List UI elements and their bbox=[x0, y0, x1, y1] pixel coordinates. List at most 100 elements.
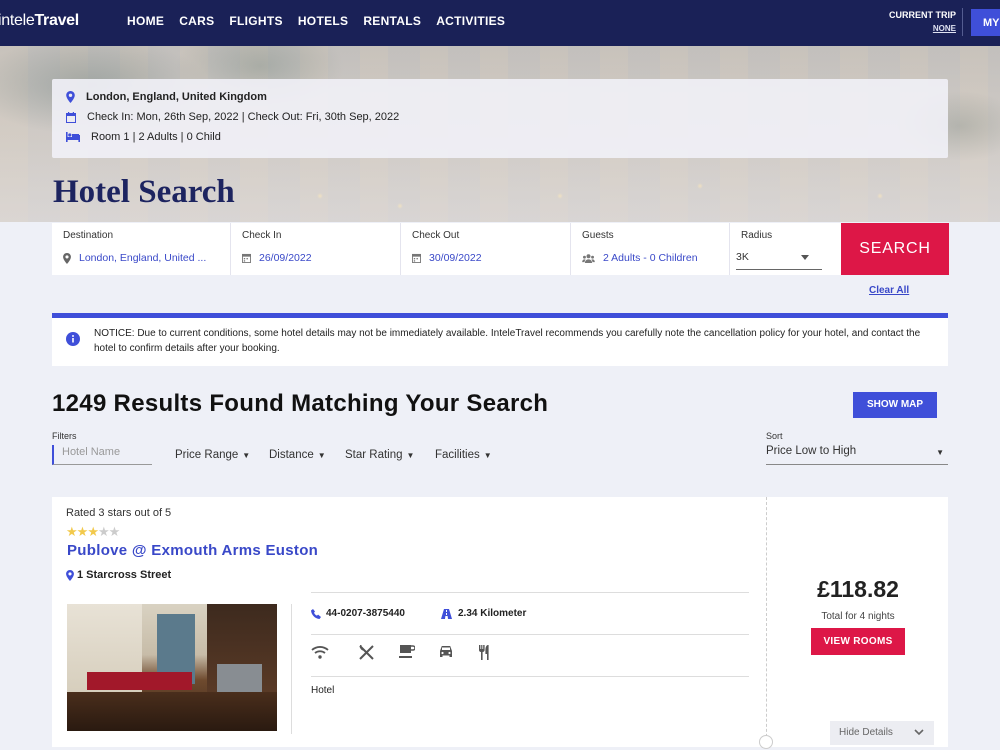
search-form: Destination London, England, United ... … bbox=[52, 223, 841, 275]
search-button[interactable]: SEARCH bbox=[841, 223, 949, 275]
price-range-label: Price Range bbox=[175, 449, 239, 461]
hotel-name-link[interactable]: Publove @ Exmouth Arms Euston bbox=[67, 542, 318, 559]
hotel-price: £118.82 bbox=[817, 576, 899, 602]
hotel-name-input[interactable]: Hotel Name bbox=[52, 445, 152, 465]
caret-down-icon: ▼ bbox=[936, 448, 944, 457]
photo-floor bbox=[67, 692, 277, 731]
calendar-icon bbox=[242, 253, 251, 263]
price-panel: £118.82 Total for 4 nights VIEW ROOMS Hi… bbox=[766, 497, 948, 747]
card-separator bbox=[311, 634, 749, 635]
facilities-label: Facilities bbox=[435, 449, 480, 461]
calendar-icon bbox=[66, 111, 76, 123]
destination-field[interactable]: Destination London, England, United ... bbox=[52, 223, 231, 275]
nav-link-flights[interactable]: FLIGHTS bbox=[229, 14, 282, 28]
price-range-filter[interactable]: Price Range ▼ bbox=[175, 449, 250, 461]
price-note: Total for 4 nights bbox=[821, 611, 895, 622]
nav-link-hotels[interactable]: HOTELS bbox=[298, 14, 348, 28]
wifi-icon bbox=[311, 646, 329, 659]
hotel-address: 1 Starcross Street bbox=[66, 569, 171, 581]
star-empty-icon: ★ bbox=[108, 524, 121, 539]
page-title: Hotel Search bbox=[53, 174, 235, 210]
checkin-field[interactable]: Check In 26/09/2022 bbox=[231, 223, 401, 275]
bed-icon bbox=[66, 132, 80, 142]
summary-location-text: London, England, United Kingdom bbox=[86, 91, 267, 103]
hotel-card: Rated 3 stars out of 5 ★★★★★ Publove @ E… bbox=[52, 497, 766, 747]
toggle-handle[interactable] bbox=[759, 735, 773, 749]
checkin-label: Check In bbox=[242, 230, 282, 241]
destination-text: London, England, United ... bbox=[79, 252, 207, 264]
destination-value[interactable]: London, England, United ... bbox=[63, 252, 206, 264]
hotel-phone-text: 44-0207-3875440 bbox=[326, 608, 405, 619]
sort-label: Sort bbox=[766, 431, 783, 441]
summary-dates: Check In: Mon, 26th Sep, 2022 | Check Ou… bbox=[66, 111, 399, 123]
chevron-down-icon bbox=[914, 729, 924, 736]
caret-down-icon: ▼ bbox=[317, 451, 326, 460]
sort-select[interactable]: Price Low to High ▼ bbox=[766, 445, 948, 465]
restaurant-icon bbox=[359, 645, 374, 660]
show-map-button[interactable]: SHOW MAP bbox=[853, 392, 937, 418]
notice-banner: NOTICE: Due to current conditions, some … bbox=[52, 313, 948, 366]
star-rating-label: Star Rating bbox=[345, 449, 403, 461]
map-pin-icon bbox=[66, 569, 74, 581]
notice-text: NOTICE: Due to current conditions, some … bbox=[94, 328, 921, 354]
hotel-phone: 44-0207-3875440 bbox=[311, 608, 405, 619]
caret-down-icon bbox=[801, 255, 809, 260]
current-trip-value[interactable]: NONE bbox=[872, 22, 956, 35]
my-account-button[interactable]: MY bbox=[971, 9, 1000, 36]
dining-icon bbox=[479, 645, 489, 660]
guests-field[interactable]: Guests 2 Adults - 0 Children bbox=[571, 223, 730, 275]
radius-field[interactable]: Radius 3K bbox=[730, 223, 841, 275]
info-icon bbox=[66, 332, 80, 346]
results-heading: 1249 Results Found Matching Your Search bbox=[52, 390, 549, 417]
summary-dates-text: Check In: Mon, 26th Sep, 2022 | Check Ou… bbox=[87, 111, 400, 123]
checkout-text: 30/09/2022 bbox=[429, 252, 482, 264]
clear-all-link[interactable]: Clear All bbox=[869, 285, 909, 296]
coffee-icon bbox=[399, 645, 415, 658]
star-filled-icon: ★ bbox=[87, 524, 99, 539]
distance-filter[interactable]: Distance ▼ bbox=[269, 449, 326, 461]
logo[interactable]: inteleTravel bbox=[0, 12, 79, 30]
caret-down-icon: ▼ bbox=[242, 451, 251, 460]
nav-link-activities[interactable]: ACTIVITIES bbox=[436, 14, 505, 28]
checkout-field[interactable]: Check Out 30/09/2022 bbox=[401, 223, 571, 275]
nav-link-home[interactable]: HOME bbox=[127, 14, 164, 28]
current-trip-label: CURRENT TRIP bbox=[889, 10, 956, 20]
hotel-address-text: 1 Starcross Street bbox=[77, 569, 172, 581]
logo-suffix: Travel bbox=[34, 12, 79, 29]
star-filled-icon: ★ bbox=[66, 524, 78, 539]
radius-select[interactable]: 3K bbox=[736, 251, 822, 270]
hide-details-button[interactable]: Hide Details bbox=[830, 721, 934, 745]
hotel-type: Hotel bbox=[311, 685, 335, 696]
checkout-value[interactable]: 30/09/2022 bbox=[412, 252, 482, 264]
summary-rooms-text: Room 1 | 2 Adults | 0 Child bbox=[91, 131, 221, 143]
checkout-label: Check Out bbox=[412, 230, 460, 241]
nav-link-cars[interactable]: CARS bbox=[179, 14, 214, 28]
star-filled-icon: ★ bbox=[76, 524, 89, 539]
map-pin-icon bbox=[66, 91, 75, 103]
calendar-icon bbox=[412, 253, 421, 263]
photo-bench bbox=[87, 672, 192, 690]
view-rooms-button[interactable]: VIEW ROOMS bbox=[811, 628, 905, 655]
users-icon bbox=[582, 253, 595, 263]
hotel-photo[interactable] bbox=[67, 604, 277, 731]
road-icon bbox=[441, 608, 452, 619]
star-empty-icon: ★ bbox=[97, 524, 110, 539]
summary-location: London, England, United Kingdom bbox=[66, 91, 267, 103]
current-trip[interactable]: CURRENT TRIP NONE bbox=[872, 9, 956, 35]
checkin-value[interactable]: 26/09/2022 bbox=[242, 252, 312, 264]
map-pin-icon bbox=[63, 252, 71, 264]
sort-value: Price Low to High bbox=[766, 445, 857, 457]
radius-text: 3K bbox=[736, 251, 749, 263]
rating-text: Rated 3 stars out of 5 bbox=[66, 507, 172, 519]
caret-down-icon: ▼ bbox=[483, 451, 492, 460]
card-divider bbox=[291, 604, 292, 734]
nav-link-rentals[interactable]: RENTALS bbox=[363, 14, 421, 28]
distance-label: Distance bbox=[269, 449, 314, 461]
trip-summary: London, England, United Kingdom Check In… bbox=[52, 79, 948, 158]
hide-details-label: Hide Details bbox=[839, 727, 893, 738]
guests-value[interactable]: 2 Adults - 0 Children bbox=[582, 252, 698, 264]
facilities-filter[interactable]: Facilities ▼ bbox=[435, 449, 492, 461]
destination-label: Destination bbox=[63, 230, 114, 241]
nav-divider bbox=[962, 8, 963, 36]
star-rating-filter[interactable]: Star Rating ▼ bbox=[345, 449, 414, 461]
